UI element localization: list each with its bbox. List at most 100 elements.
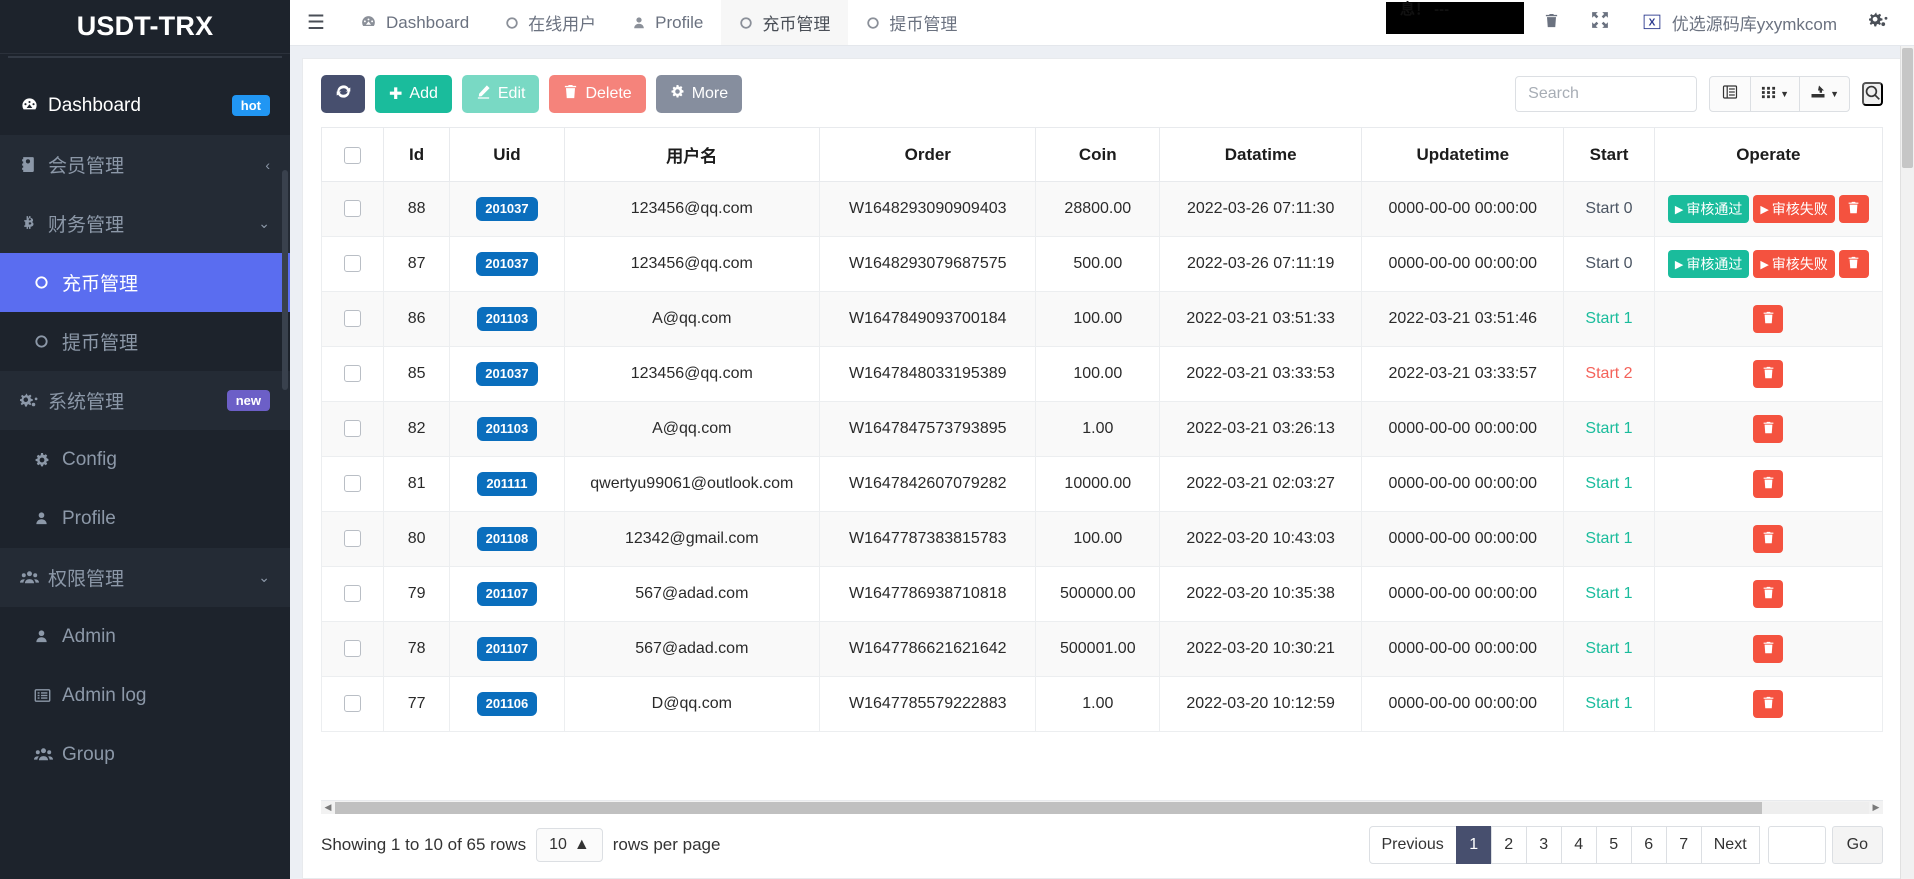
pagination-page-5[interactable]: 5 (1596, 826, 1632, 864)
column-header-id[interactable]: Id (383, 128, 450, 182)
card-view-button[interactable] (1709, 76, 1751, 112)
scroll-thumb[interactable] (335, 802, 1762, 814)
sidebar-item-deposit-mgmt[interactable]: 充币管理 (0, 253, 290, 312)
sidebar-item-admin-log[interactable]: Admin log (0, 666, 290, 725)
tab-deposit-mgmt[interactable]: 充币管理 (721, 0, 848, 45)
scroll-right-arrow[interactable]: ▶ (1869, 802, 1883, 813)
approve-button[interactable]: ▶审核通过 (1668, 250, 1749, 278)
table-row[interactable]: 86201103A@qq.comW1647849093700184100.002… (322, 292, 1883, 347)
sidebar-item-members[interactable]: 会员管理 ‹ (0, 135, 290, 194)
pagination-page-7[interactable]: 7 (1666, 826, 1702, 864)
sidebar-item-admin[interactable]: Admin (0, 607, 290, 666)
column-header-uid[interactable]: Uid (450, 128, 564, 182)
clear-cache-button[interactable] (1528, 0, 1575, 46)
sidebar-item-permission-mgmt[interactable]: 权限管理 ⌄ (0, 548, 290, 607)
sidebar-scrollbar[interactable] (282, 170, 288, 390)
column-header-updatetime[interactable]: Updatetime (1362, 128, 1564, 182)
sidebar-item-config[interactable]: Config (0, 430, 290, 489)
table-horizontal-scrollbar[interactable]: ◀ ▶ (321, 800, 1883, 814)
pagination-next[interactable]: Next (1701, 826, 1760, 864)
column-header-coin[interactable]: Coin (1036, 128, 1160, 182)
fullscreen-button[interactable] (1575, 0, 1625, 46)
row-delete-button[interactable] (1753, 525, 1783, 553)
uid-badge[interactable]: 201111 (477, 472, 536, 496)
scroll-track[interactable] (335, 802, 1869, 814)
sidebar-item-profile[interactable]: Profile (0, 489, 290, 548)
row-checkbox[interactable] (344, 640, 361, 657)
tab-withdraw-mgmt[interactable]: 提币管理 (848, 0, 975, 45)
uid-badge[interactable]: 201108 (477, 527, 538, 551)
table-row[interactable]: 79201107567@adad.comW1647786938710818500… (322, 567, 1883, 622)
row-delete-button[interactable] (1839, 250, 1869, 278)
add-button[interactable]: ✚ Add (375, 75, 452, 113)
uid-badge[interactable]: 201037 (476, 197, 537, 221)
delete-button[interactable]: Delete (549, 75, 645, 113)
page-scrollbar[interactable] (1900, 46, 1914, 879)
search-button[interactable] (1862, 82, 1883, 106)
scroll-left-arrow[interactable]: ◀ (321, 802, 335, 813)
table-row[interactable]: 87201037123456@qq.comW164829307968757550… (322, 237, 1883, 292)
site-link[interactable]: X 优选源码库yxymkcom (1625, 0, 1853, 46)
select-all-checkbox[interactable] (344, 147, 361, 164)
pagination-page-1[interactable]: 1 (1456, 826, 1492, 864)
row-delete-button[interactable] (1753, 690, 1783, 718)
tab-profile[interactable]: Profile (614, 0, 721, 45)
settings-button[interactable] (1853, 0, 1904, 46)
more-button[interactable]: More (656, 75, 742, 113)
row-checkbox[interactable] (344, 200, 361, 217)
export-button[interactable]: ▼ (1799, 76, 1850, 112)
row-delete-button[interactable] (1753, 360, 1783, 388)
table-row[interactable]: 8020110812342@gmail.comW1647787383815783… (322, 512, 1883, 567)
uid-badge[interactable]: 201107 (477, 637, 538, 661)
edit-button[interactable]: Edit (462, 75, 540, 113)
row-delete-button[interactable] (1753, 635, 1783, 663)
column-header-username[interactable]: 用户名 (564, 128, 820, 182)
table-row[interactable]: 78201107567@adad.comW1647786621621642500… (322, 622, 1883, 677)
goto-page-input[interactable] (1768, 826, 1826, 864)
uid-badge[interactable]: 201037 (476, 252, 537, 276)
pagination-page-2[interactable]: 2 (1491, 826, 1527, 864)
sidebar-item-system-mgmt[interactable]: 系统管理 new (0, 371, 290, 430)
sidebar-item-group[interactable]: Group (0, 725, 290, 784)
goto-page-button[interactable]: Go (1832, 826, 1883, 864)
table-row[interactable]: 77201106D@qq.comW16477855792228831.00202… (322, 677, 1883, 732)
table-row[interactable]: 88201037123456@qq.comW164829309090940328… (322, 182, 1883, 237)
row-checkbox[interactable] (344, 585, 361, 602)
column-header-operate[interactable]: Operate (1654, 128, 1882, 182)
table-row[interactable]: 85201037123456@qq.comW164784803319538910… (322, 347, 1883, 402)
pagination-previous[interactable]: Previous (1369, 826, 1457, 864)
pagination-page-3[interactable]: 3 (1526, 826, 1562, 864)
row-delete-button[interactable] (1753, 470, 1783, 498)
row-checkbox[interactable] (344, 255, 361, 272)
row-checkbox[interactable] (344, 475, 361, 492)
row-checkbox[interactable] (344, 420, 361, 437)
uid-badge[interactable]: 201037 (476, 362, 537, 386)
pagination-page-6[interactable]: 6 (1631, 826, 1667, 864)
sidebar-item-withdraw-mgmt[interactable]: 提币管理 (0, 312, 290, 371)
row-checkbox[interactable] (344, 530, 361, 547)
row-delete-button[interactable] (1753, 415, 1783, 443)
uid-badge[interactable]: 201103 (477, 307, 538, 331)
row-delete-button[interactable] (1753, 580, 1783, 608)
table-row[interactable]: 82201103A@qq.comW16478475737938951.00202… (322, 402, 1883, 457)
uid-badge[interactable]: 201103 (477, 417, 538, 441)
column-header-datatime[interactable]: Datatime (1160, 128, 1362, 182)
hamburger-menu-icon[interactable]: ☰ (290, 0, 342, 45)
uid-badge[interactable]: 201107 (477, 582, 538, 606)
page-size-dropdown[interactable]: 10 ▲ (536, 828, 603, 862)
tab-dashboard[interactable]: Dashboard (342, 0, 487, 45)
columns-toggle-button[interactable]: ▼ (1750, 76, 1800, 112)
uid-badge[interactable]: 201106 (477, 692, 538, 716)
refresh-button[interactable] (321, 75, 365, 113)
row-checkbox[interactable] (344, 695, 361, 712)
row-checkbox[interactable] (344, 365, 361, 382)
sidebar-item-finance[interactable]: 财务管理 ⌄ (0, 194, 290, 253)
search-input[interactable] (1515, 76, 1697, 112)
tab-online-users[interactable]: 在线用户 (487, 0, 614, 45)
column-header-order[interactable]: Order (820, 128, 1036, 182)
sidebar-item-dashboard[interactable]: Dashboard hot (0, 76, 290, 135)
reject-button[interactable]: ▶审核失败 (1753, 195, 1834, 223)
approve-button[interactable]: ▶审核通过 (1668, 195, 1749, 223)
page-scrollbar-thumb[interactable] (1902, 48, 1913, 168)
table-row[interactable]: 81201111qwertyu99061@outlook.comW1647842… (322, 457, 1883, 512)
